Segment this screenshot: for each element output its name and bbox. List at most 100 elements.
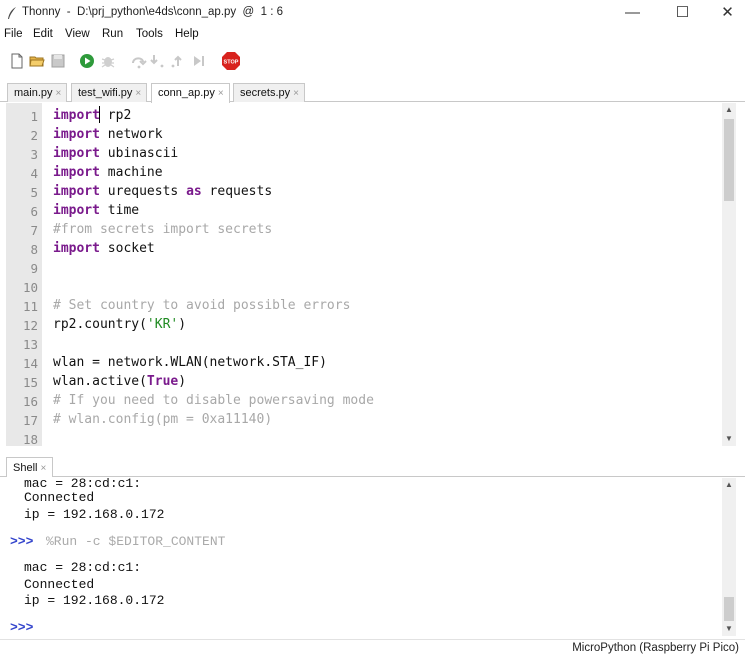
code-editor[interactable]: 1 2 3 4 5 6 7 8 9 10 11 12 13 14 15 16 17 18 import rp2 im… bbox=[6, 103, 736, 446]
tab-close-icon[interactable]: × bbox=[56, 88, 62, 99]
run-icon[interactable] bbox=[78, 52, 96, 70]
editor-scroll-thumb[interactable] bbox=[724, 119, 734, 201]
code-token: machine bbox=[99, 165, 163, 180]
line-number: 11 bbox=[22, 299, 38, 314]
string-token: 'KR' bbox=[146, 317, 179, 332]
menu-run[interactable]: Run bbox=[102, 28, 123, 40]
editor-scrollbar[interactable]: ▲ ▼ bbox=[722, 103, 736, 446]
tab-close-icon[interactable]: × bbox=[293, 88, 299, 99]
shell-prompt: >>> bbox=[10, 534, 34, 549]
scroll-up-arrow-icon[interactable]: ▲ bbox=[722, 103, 736, 117]
code-token: socket bbox=[99, 241, 155, 256]
keyword-token: import bbox=[53, 184, 100, 199]
code-token: urequests bbox=[99, 184, 187, 199]
code-line: wlan = network.WLAN(network.STA_IF) bbox=[53, 355, 327, 370]
line-number: 2 bbox=[30, 128, 38, 143]
line-number: 17 bbox=[22, 413, 38, 428]
shell-output-line: ip = 192.168.0.172 bbox=[24, 593, 165, 608]
close-button[interactable]: ✕ bbox=[705, 0, 745, 26]
stop-icon[interactable]: STOP bbox=[221, 51, 241, 71]
line-number: 4 bbox=[30, 166, 38, 181]
tab-label: test_wifi.py bbox=[78, 87, 133, 99]
line-number-gutter: 1 2 3 4 5 6 7 8 9 10 11 12 13 14 15 16 17 18 bbox=[6, 103, 42, 446]
step-out-icon[interactable] bbox=[170, 52, 188, 70]
code-token: requests bbox=[201, 184, 273, 199]
code-line: import rp2 bbox=[53, 108, 131, 123]
line-number: 7 bbox=[30, 223, 38, 238]
line-number: 5 bbox=[30, 185, 38, 200]
tab-conn-ap-py[interactable]: conn_ap.py × bbox=[151, 83, 230, 103]
tab-secrets-py[interactable]: secrets.py × bbox=[233, 83, 305, 102]
open-folder-icon[interactable] bbox=[28, 52, 46, 70]
minimize-button[interactable]: — bbox=[610, 0, 655, 26]
code-line: import time bbox=[53, 203, 139, 218]
code-line: import socket bbox=[53, 241, 155, 256]
shell-scroll-thumb[interactable] bbox=[724, 597, 734, 621]
redacted-mac-region bbox=[156, 478, 236, 488]
line-number: 3 bbox=[30, 147, 38, 162]
menu-view[interactable]: View bbox=[65, 28, 90, 40]
shell-tab-bar: Shell × bbox=[0, 455, 745, 477]
keyword-token: import bbox=[53, 108, 100, 123]
line-number: 6 bbox=[30, 204, 38, 219]
tab-close-icon[interactable]: × bbox=[135, 88, 141, 99]
scroll-down-arrow-icon[interactable]: ▼ bbox=[722, 432, 736, 446]
tab-shell[interactable]: Shell × bbox=[6, 457, 54, 477]
maximize-button[interactable]: ☐ bbox=[660, 0, 705, 26]
line-number: 1 bbox=[30, 109, 38, 124]
comment-token: #from secrets import secrets bbox=[53, 222, 273, 237]
code-token: ) bbox=[178, 374, 187, 389]
keyword-token: True bbox=[146, 374, 179, 389]
shell-input-prompt[interactable]: >>> bbox=[10, 620, 33, 635]
interpreter-selector[interactable]: MicroPython (Raspberry Pi Pico) bbox=[572, 642, 739, 654]
tab-close-icon[interactable]: × bbox=[218, 88, 224, 99]
debug-icon[interactable] bbox=[99, 52, 117, 70]
code-line: import network bbox=[53, 127, 163, 142]
thonny-feather-icon bbox=[8, 7, 16, 19]
scroll-down-arrow-icon[interactable]: ▼ bbox=[722, 622, 736, 636]
editor-tab-bar: main.py × test_wifi.py × conn_ap.py × secre… bbox=[0, 80, 745, 103]
code-token: time bbox=[99, 203, 140, 218]
line-number: 14 bbox=[22, 356, 38, 371]
tab-main-py[interactable]: main.py × bbox=[7, 83, 68, 102]
scroll-up-arrow-icon[interactable]: ▲ bbox=[722, 478, 736, 492]
window-title: Thonny - D:\prj_python\e4ds\conn_ap.py @… bbox=[22, 6, 283, 18]
menu-tools[interactable]: Tools bbox=[136, 28, 163, 40]
comment-token: # Set country to avoid possible errors bbox=[53, 298, 351, 313]
step-into-icon[interactable] bbox=[150, 52, 168, 70]
tab-test-wifi-py[interactable]: test_wifi.py × bbox=[71, 83, 148, 102]
keyword-token: import bbox=[53, 146, 100, 161]
step-over-icon[interactable] bbox=[130, 52, 148, 70]
shell-output-line: Connected bbox=[24, 490, 95, 505]
keyword-token: as bbox=[186, 184, 202, 199]
code-line: rp2.country('KR') bbox=[53, 317, 186, 332]
shell-tab-close-icon[interactable]: × bbox=[40, 463, 46, 474]
code-token: ) bbox=[178, 317, 187, 332]
shell-command: %Run -c $EDITOR_CONTENT bbox=[46, 534, 226, 549]
menu-edit[interactable]: Edit bbox=[33, 28, 53, 40]
title-bar: Thonny - D:\prj_python\e4ds\conn_ap.py @… bbox=[0, 0, 745, 26]
menu-file[interactable]: File bbox=[4, 28, 23, 40]
new-file-icon[interactable] bbox=[8, 52, 26, 70]
shell-scrollbar[interactable]: ▲ ▼ bbox=[722, 478, 736, 636]
code-token: network bbox=[99, 127, 163, 142]
toolbar: STOP bbox=[0, 48, 745, 76]
resume-icon[interactable] bbox=[190, 52, 208, 70]
code-line: import ubinascii bbox=[53, 146, 178, 161]
keyword-token: import bbox=[53, 241, 100, 256]
stop-label: STOP bbox=[224, 59, 239, 65]
text-cursor bbox=[99, 106, 100, 123]
code-line: wlan.active(True) bbox=[53, 374, 186, 389]
tab-label: conn_ap.py bbox=[158, 87, 215, 99]
line-number: 18 bbox=[22, 432, 38, 446]
keyword-token: import bbox=[53, 165, 100, 180]
tab-label: main.py bbox=[14, 87, 53, 99]
shell-panel[interactable]: mac = 28:cd:c1: Connected ip = 192.168.0… bbox=[6, 478, 736, 636]
shell-output-line: ip = 192.168.0.172 bbox=[24, 507, 165, 522]
code-token: wlan.active( bbox=[53, 374, 147, 389]
save-icon[interactable] bbox=[49, 52, 67, 70]
code-token: wlan = network.WLAN(network.STA_IF) bbox=[53, 355, 327, 370]
code-line: # wlan.config(pm = 0xa11140) bbox=[53, 412, 272, 427]
line-number: 12 bbox=[22, 318, 38, 333]
menu-help[interactable]: Help bbox=[175, 28, 199, 40]
